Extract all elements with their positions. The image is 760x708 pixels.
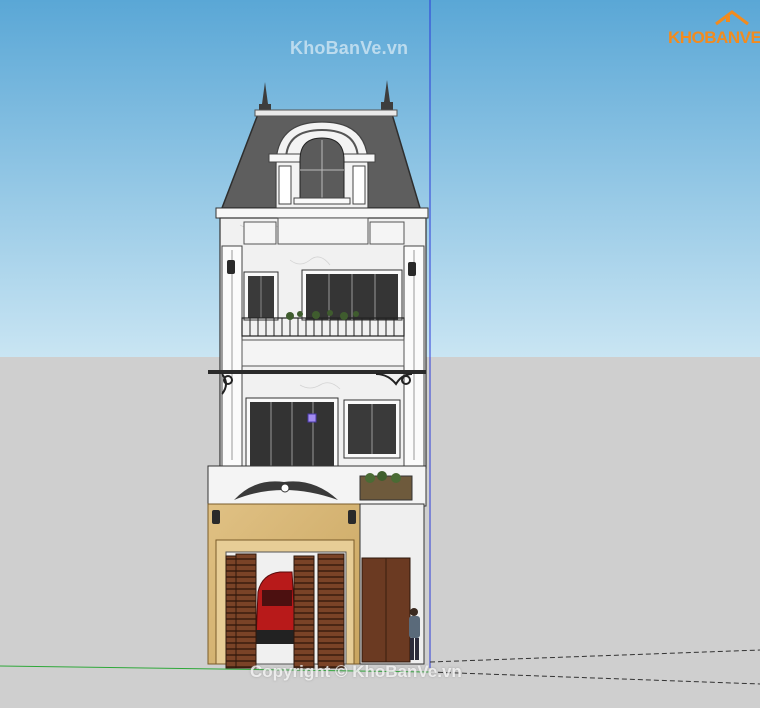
gate-door-left-2 xyxy=(235,553,257,669)
dormer xyxy=(268,121,376,211)
floor-band-2 xyxy=(241,339,405,367)
third-floor-windows xyxy=(243,269,403,321)
red-car xyxy=(255,571,297,644)
gate-door-right-1 xyxy=(293,555,315,669)
logo-text: KHOBANVE xyxy=(668,28,760,47)
second-floor-windows xyxy=(245,397,401,469)
upper-panels xyxy=(243,217,405,245)
watermark-top: KhoBanVe.vn xyxy=(290,38,409,58)
canopy-2 xyxy=(208,370,426,374)
roof-top-trim xyxy=(254,109,398,117)
top-cornice xyxy=(215,207,429,219)
logo: KHOBANVE xyxy=(664,10,760,54)
house-scene xyxy=(0,0,760,708)
gate-door-right-2 xyxy=(317,553,345,669)
watermark-bottom: Copyright © KhoBanVe.vn xyxy=(250,662,462,681)
